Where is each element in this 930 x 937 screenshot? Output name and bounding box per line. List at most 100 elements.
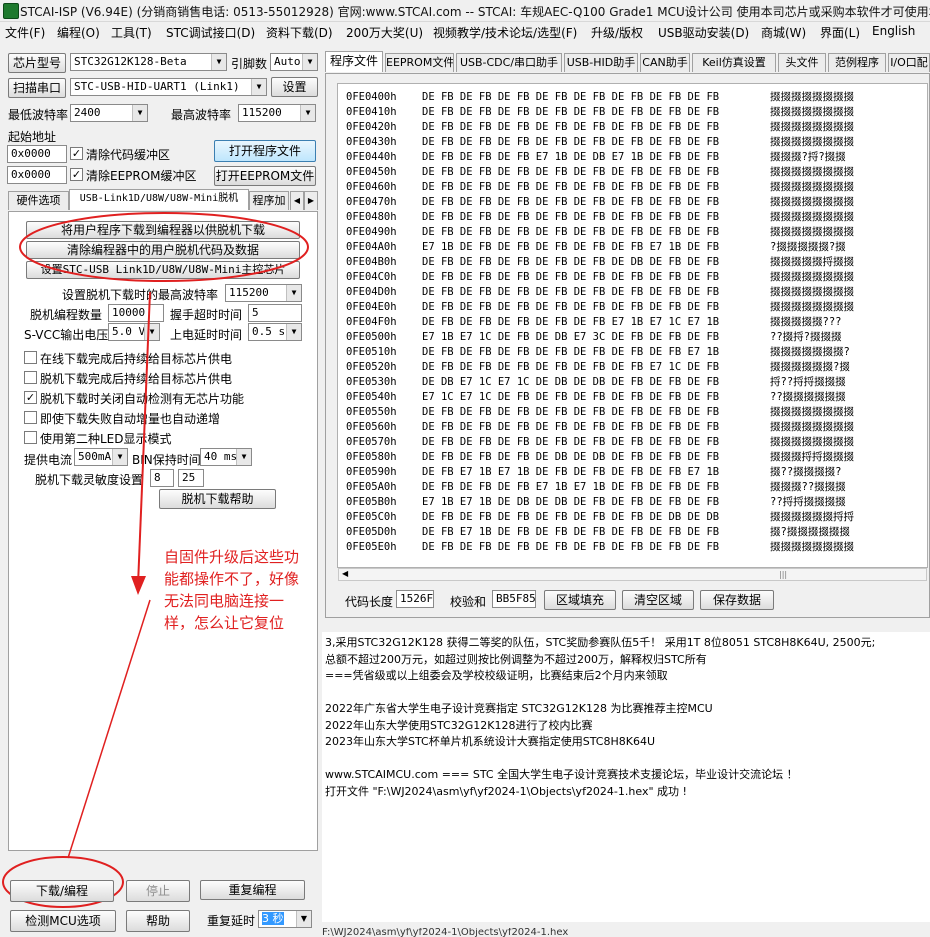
hex-row-bytes: DE FB E7 1B E7 1B DE FB DE FB DE FB DE F… [422, 466, 720, 478]
hex-row: 0FE04D0h DE FB DE FB DE FB DE FB DE FB DE… [346, 284, 854, 299]
hex-row-bytes: DE FB DE FB DE FB DE DB DE DB DE FB DE F… [422, 451, 720, 463]
hex-row-address: 0FE04F0h [346, 316, 397, 328]
hex-row-address: 0FE0470h [346, 196, 397, 208]
hex-row: 0FE04E0h DE FB DE FB DE FB DE FB DE FB DE… [346, 299, 854, 314]
hex-row-bytes: DE FB DE FB DE FB DE FB DE FB DE FB DE F… [422, 91, 720, 103]
chevron-down-icon: ▼ [296, 911, 311, 927]
hex-row: 0FE05B0h E7 1B E7 1B DE DB DE DB DE FB DE… [346, 494, 846, 509]
hex-row-bytes: DE DB E7 1C E7 1C DE DB DE DB DE FB DE F… [422, 376, 720, 388]
message-log[interactable]: 3,采用STC32G12K128 获得二等奖的队伍，STC奖励参赛队伍5千！ 采… [322, 632, 930, 922]
hex-row: 0FE0540h E7 1C E7 1C DE FB DE FB DE FB DE… [346, 389, 846, 404]
hex-row-ascii: ??掇捋?掇掇掇 [770, 331, 842, 343]
hex-row-address: 0FE0460h [346, 181, 397, 193]
right-tab-strip: 程序文件 EEPROM文件 USB-CDC/串口助手 USB-HID助手 CAN… [325, 51, 930, 73]
hex-row-bytes: E7 1B DE FB DE FB DE FB DE FB DE FB E7 1… [422, 241, 720, 253]
clear-region-button[interactable]: 清空区域 [622, 590, 694, 610]
hex-row-address: 0FE0590h [346, 466, 397, 478]
hex-row-bytes: DE FB DE FB DE FB DE FB DE FB DE DB DE F… [422, 256, 720, 268]
hex-row-address: 0FE04D0h [346, 286, 397, 298]
hex-row: 0FE0520h DE FB DE FB DE FB DE FB DE FB DE… [346, 359, 850, 374]
hex-row-address: 0FE05B0h [346, 496, 397, 508]
hex-row-ascii: 掇掇掇掇掇掇掇掇 [770, 121, 854, 133]
tab-program-file[interactable]: 程序文件 [325, 51, 383, 72]
hex-row-address: 0FE0550h [346, 406, 397, 418]
hex-row: 0FE0570h DE FB DE FB DE FB DE FB DE FB DE… [346, 434, 854, 449]
detect-mcu-button[interactable]: 检测MCU选项 [10, 910, 116, 932]
tab-io-config[interactable]: I/O口配 [888, 53, 930, 72]
hex-row-address: 0FE04A0h [346, 241, 397, 253]
hex-row: 0FE0490h DE FB DE FB DE FB DE FB DE FB DE… [346, 224, 854, 239]
tab-examples[interactable]: 范例程序 [828, 53, 886, 72]
hex-row: 0FE04B0h DE FB DE FB DE FB DE FB DE FB DE… [346, 254, 854, 269]
hex-row-bytes: DE FB DE FB DE FB DE FB DE FB DE FB DE F… [422, 436, 720, 448]
hex-row-bytes: DE FB DE FB DE FB DE FB DE FB DE FB DE F… [422, 286, 720, 298]
stop-button[interactable]: 停止 [126, 880, 190, 902]
tab-can[interactable]: CAN助手 [640, 53, 690, 72]
hex-row: 0FE0480h DE FB DE FB DE FB DE FB DE FB DE… [346, 209, 854, 224]
tab-eeprom-file[interactable]: EEPROM文件 [385, 53, 454, 72]
log-line: 2022年山东大学使用STC32G12K128进行了校内比赛 [325, 718, 593, 732]
status-path: F:\WJ2024\asm\yf\yf2024-1\Objects\yf2024… [322, 928, 569, 937]
tab-usb-hid[interactable]: USB-HID助手 [564, 53, 638, 72]
hex-row-ascii: 掇?掇掇掇掇掇掇 [770, 526, 850, 538]
hex-row-ascii: 掇掇掇掇掇掇掇掇 [770, 91, 854, 103]
hex-row-bytes: DE FB DE FB DE FB DE FB DE FB DE FB DE F… [422, 406, 720, 418]
hex-row: 0FE0590h DE FB E7 1B E7 1B DE FB DE FB DE… [346, 464, 841, 479]
tab-keil[interactable]: Keil仿真设置 [692, 53, 776, 72]
hex-row-bytes: DE FB DE FB DE FB DE FB DE FB DE FB DE F… [422, 301, 720, 313]
hex-row-address: 0FE0530h [346, 376, 397, 388]
hex-row: 0FE0580h DE FB DE FB DE FB DE DB DE DB DE… [346, 449, 854, 464]
hex-row: 0FE05A0h DE FB DE FB DE FB E7 1B E7 1B DE… [346, 479, 846, 494]
hex-row-address: 0FE05A0h [346, 481, 397, 493]
hex-row-ascii: 掇掇掇掇掇掇掇掇 [770, 301, 854, 313]
annotation-line-down [67, 599, 151, 859]
hex-row-bytes: DE FB DE FB DE FB E7 1B DE DB E7 1B DE F… [422, 151, 720, 163]
reprogram-button[interactable]: 重复编程 [200, 880, 305, 900]
hex-row-ascii: ??掇掇掇掇掇掇 [770, 391, 846, 403]
hex-row-bytes: DE FB DE FB DE FB DE FB DE FB DE FB DE F… [422, 121, 720, 133]
annotation-text: 自固件升级后这些功能都操作不了，好像无法同电脑连接一样，怎么让它复位 [164, 548, 300, 632]
repeat-delay-label: 重复延时 [207, 914, 256, 928]
repeat-delay-select[interactable]: 3 秒 ▼ [258, 910, 312, 928]
log-line: www.STCAIMCU.com === STC 全国大学生电子设计竞赛技术支援… [325, 768, 798, 781]
hex-row-address: 0FE0420h [346, 121, 397, 133]
hex-row: 0FE05E0h DE FB DE FB DE FB DE FB DE FB DE… [346, 539, 854, 554]
hex-row-bytes: DE FB DE FB DE FB DE FB DE FB E7 1B E7 1… [422, 316, 720, 328]
hex-row-bytes: DE FB E7 1B DE FB DE FB DE FB DE FB DE F… [422, 526, 720, 538]
checksum-label: 校验和 [450, 595, 487, 609]
log-line: 2022年广东省大学生电子设计竞赛指定 STC32G12K128 为比赛推荐主控… [325, 702, 713, 715]
tab-header-file[interactable]: 头文件 [778, 53, 826, 72]
hex-row-ascii: ??捋捋掇掇掇掇 [770, 496, 846, 508]
hex-row-bytes: DE FB DE FB DE FB DE FB DE FB DE FB E7 1… [422, 361, 720, 373]
hex-row: 0FE0400h DE FB DE FB DE FB DE FB DE FB DE… [346, 89, 854, 104]
hex-viewer[interactable]: 0FE0400h DE FB DE FB DE FB DE FB DE FB DE… [337, 83, 928, 568]
hex-row-bytes: DE FB DE FB DE FB E7 1B E7 1B DE FB DE F… [422, 481, 720, 493]
log-line: 3,采用STC32G12K128 获得二等奖的队伍，STC奖励参赛队伍5千！ 采… [325, 636, 876, 649]
hex-row: 0FE0550h DE FB DE FB DE FB DE FB DE FB DE… [346, 404, 854, 419]
hex-row-address: 0FE0480h [346, 211, 397, 223]
tab-usb-cdc[interactable]: USB-CDC/串口助手 [456, 53, 562, 72]
checksum-value: BB5F85 [492, 590, 536, 608]
hex-row-address: 0FE0430h [346, 136, 397, 148]
hex-row-ascii: 掇掇掇掇掇掇掇掇 [770, 226, 854, 238]
repeat-delay-value: 3 秒 [262, 912, 284, 925]
help-button[interactable]: 帮助 [126, 910, 190, 932]
hex-row-address: 0FE0440h [346, 151, 397, 163]
hex-row-address: 0FE0450h [346, 166, 397, 178]
hex-row: 0FE0530h DE DB E7 1C E7 1C DE DB DE DB DE… [346, 374, 846, 389]
hex-row: 0FE05D0h DE FB E7 1B DE FB DE FB DE FB DE… [346, 524, 850, 539]
hex-row-address: 0FE05C0h [346, 511, 397, 523]
hex-row-address: 0FE04C0h [346, 271, 397, 283]
hex-row-address: 0FE05D0h [346, 526, 397, 538]
fill-region-button[interactable]: 区域填充 [544, 590, 616, 610]
hex-row-bytes: DE FB DE FB DE FB DE FB DE FB DE FB DE F… [422, 181, 720, 193]
hex-scrollbar[interactable]: ◀ ||| [338, 568, 927, 581]
hex-row: 0FE04A0h E7 1B DE FB DE FB DE FB DE FB DE… [346, 239, 846, 254]
log-line: 总额不超过200万元，如超过则按比例调整为不超过200万，解释权归STC所有 [325, 652, 707, 666]
hex-row-bytes: DE FB DE FB DE FB DE FB DE FB DE FB DE F… [422, 106, 720, 118]
save-data-button[interactable]: 保存数据 [700, 590, 774, 610]
hex-row: 0FE0460h DE FB DE FB DE FB DE FB DE FB DE… [346, 179, 854, 194]
hex-row: 0FE0420h DE FB DE FB DE FB DE FB DE FB DE… [346, 119, 854, 134]
hex-row: 0FE04F0h DE FB DE FB DE FB DE FB DE FB E7… [346, 314, 841, 329]
download-program-button[interactable]: 下载/编程 [10, 880, 114, 902]
